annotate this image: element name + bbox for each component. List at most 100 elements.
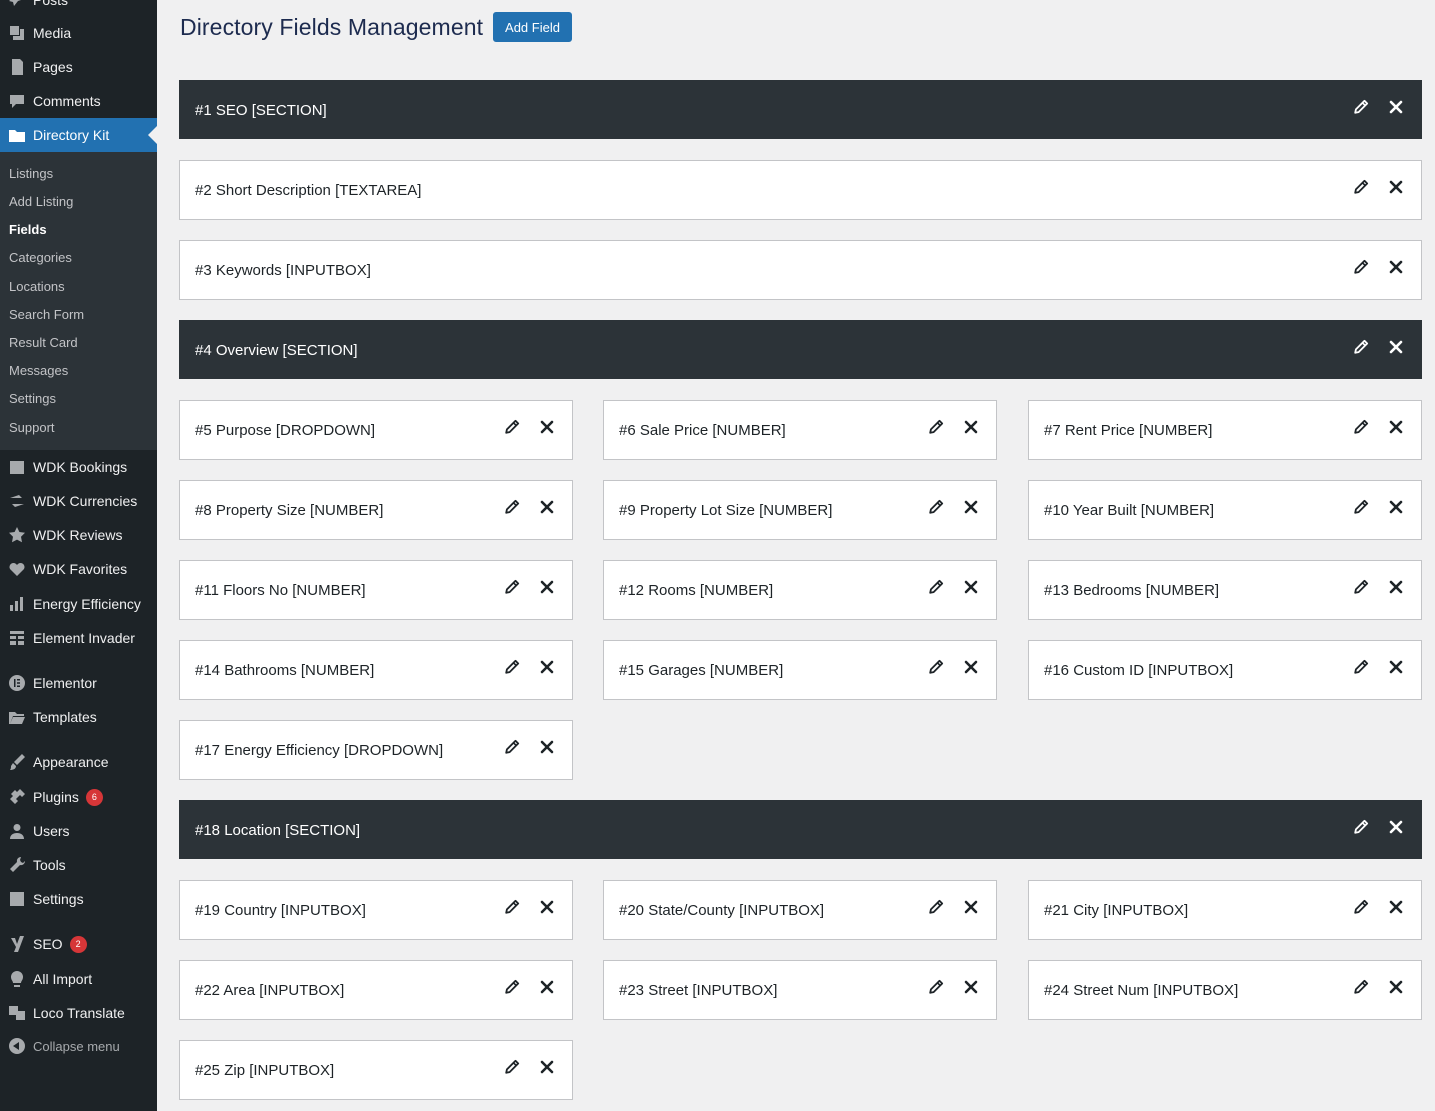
pencil-icon[interactable] <box>1353 979 1369 995</box>
close-icon[interactable] <box>1389 500 1403 514</box>
field-row[interactable]: #8 Property Size [NUMBER] <box>179 480 573 540</box>
pencil-icon[interactable] <box>1353 899 1369 915</box>
close-icon[interactable] <box>1389 580 1403 594</box>
pencil-icon[interactable] <box>1353 819 1369 835</box>
submenu-item-result-card[interactable]: Result Card <box>9 335 78 350</box>
sidebar-item-all-import[interactable]: All Import <box>0 962 157 996</box>
sidebar-item-element-invader[interactable]: Element Invader <box>0 621 157 655</box>
pencil-icon[interactable] <box>504 419 520 435</box>
pencil-icon[interactable] <box>928 579 944 595</box>
close-icon[interactable] <box>540 660 554 674</box>
close-icon[interactable] <box>540 580 554 594</box>
close-icon[interactable] <box>964 580 978 594</box>
sidebar-item-plugins[interactable]: Plugins 6 <box>0 780 157 814</box>
pencil-icon[interactable] <box>1353 99 1369 115</box>
field-row[interactable]: #22 Area [INPUTBOX] <box>179 960 573 1020</box>
field-row[interactable]: #3 Keywords [INPUTBOX] <box>179 240 1422 300</box>
sidebar-item-appearance[interactable]: Appearance <box>0 745 157 779</box>
close-icon[interactable] <box>964 420 978 434</box>
close-icon[interactable] <box>1389 980 1403 994</box>
pencil-icon[interactable] <box>1353 259 1369 275</box>
sidebar-item-directory-kit[interactable]: Directory Kit <box>0 118 157 152</box>
close-icon[interactable] <box>964 660 978 674</box>
submenu-item-listings[interactable]: Listings <box>9 166 53 181</box>
field-row[interactable]: #12 Rooms [NUMBER] <box>603 560 997 620</box>
close-icon[interactable] <box>964 500 978 514</box>
close-icon[interactable] <box>1389 180 1403 194</box>
submenu-item-support[interactable]: Support <box>9 420 55 435</box>
close-icon[interactable] <box>540 900 554 914</box>
submenu-item-fields[interactable]: Fields <box>9 222 47 237</box>
pencil-icon[interactable] <box>1353 339 1369 355</box>
close-icon[interactable] <box>1389 260 1403 274</box>
field-row[interactable]: #10 Year Built [NUMBER] <box>1028 480 1422 540</box>
field-row[interactable]: #24 Street Num [INPUTBOX] <box>1028 960 1422 1020</box>
sidebar-item-comments[interactable]: Comments <box>0 84 157 118</box>
section-row[interactable]: #1 SEO [SECTION] <box>179 80 1422 139</box>
field-row[interactable]: #17 Energy Efficiency [DROPDOWN] <box>179 720 573 780</box>
pencil-icon[interactable] <box>504 579 520 595</box>
sidebar-item-wdk-currencies[interactable]: WDK Currencies <box>0 484 157 518</box>
field-row[interactable]: #7 Rent Price [NUMBER] <box>1028 400 1422 460</box>
close-icon[interactable] <box>1389 660 1403 674</box>
field-row[interactable]: #16 Custom ID [INPUTBOX] <box>1028 640 1422 700</box>
pencil-icon[interactable] <box>504 1059 520 1075</box>
close-icon[interactable] <box>540 1060 554 1074</box>
section-row[interactable]: #4 Overview [SECTION] <box>179 320 1422 379</box>
submenu-item-messages[interactable]: Messages <box>9 363 68 378</box>
sidebar-item-loco-translate[interactable]: Loco Translate <box>0 996 157 1030</box>
pencil-icon[interactable] <box>504 659 520 675</box>
pencil-icon[interactable] <box>1353 659 1369 675</box>
sidebar-item-users[interactable]: Users <box>0 814 157 848</box>
sidebar-item-elementor[interactable]: Elementor <box>0 666 157 700</box>
collapse-menu-button[interactable]: Collapse menu <box>0 1029 157 1063</box>
close-icon[interactable] <box>1389 420 1403 434</box>
add-field-button[interactable]: Add Field <box>493 12 572 42</box>
pencil-icon[interactable] <box>1353 419 1369 435</box>
close-icon[interactable] <box>540 740 554 754</box>
pencil-icon[interactable] <box>1353 179 1369 195</box>
close-icon[interactable] <box>964 900 978 914</box>
close-icon[interactable] <box>964 980 978 994</box>
sidebar-item-energy-efficiency[interactable]: Energy Efficiency <box>0 587 157 621</box>
sidebar-item-wdk-favorites[interactable]: WDK Favorites <box>0 552 157 586</box>
sidebar-item-media[interactable]: Media <box>0 16 157 50</box>
sidebar-item-wdk-reviews[interactable]: WDK Reviews <box>0 518 157 552</box>
field-row[interactable]: #11 Floors No [NUMBER] <box>179 560 573 620</box>
sidebar-item-wdk-bookings[interactable]: WDK Bookings <box>0 450 157 484</box>
sidebar-item-templates[interactable]: Templates <box>0 700 157 734</box>
sidebar-item-tools[interactable]: Tools <box>0 848 157 882</box>
sidebar-item-posts[interactable]: Posts <box>0 0 157 17</box>
close-icon[interactable] <box>1389 340 1403 354</box>
close-icon[interactable] <box>540 420 554 434</box>
field-row[interactable]: #15 Garages [NUMBER] <box>603 640 997 700</box>
field-row[interactable]: #14 Bathrooms [NUMBER] <box>179 640 573 700</box>
submenu-item-locations[interactable]: Locations <box>9 279 65 294</box>
field-row[interactable]: #23 Street [INPUTBOX] <box>603 960 997 1020</box>
pencil-icon[interactable] <box>504 979 520 995</box>
pencil-icon[interactable] <box>928 899 944 915</box>
submenu-item-search-form[interactable]: Search Form <box>9 307 84 322</box>
section-row[interactable]: #18 Location [SECTION] <box>179 800 1422 859</box>
field-row[interactable]: #2 Short Description [TEXTAREA] <box>179 160 1422 220</box>
sidebar-item-seo[interactable]: SEO 2 <box>0 927 157 961</box>
submenu-item-categories[interactable]: Categories <box>9 250 72 265</box>
close-icon[interactable] <box>1389 100 1403 114</box>
pencil-icon[interactable] <box>1353 499 1369 515</box>
field-row[interactable]: #25 Zip [INPUTBOX] <box>179 1040 573 1100</box>
field-row[interactable]: #19 Country [INPUTBOX] <box>179 880 573 940</box>
field-row[interactable]: #6 Sale Price [NUMBER] <box>603 400 997 460</box>
field-row[interactable]: #21 City [INPUTBOX] <box>1028 880 1422 940</box>
pencil-icon[interactable] <box>504 499 520 515</box>
pencil-icon[interactable] <box>928 419 944 435</box>
pencil-icon[interactable] <box>928 499 944 515</box>
close-icon[interactable] <box>540 980 554 994</box>
pencil-icon[interactable] <box>1353 579 1369 595</box>
pencil-icon[interactable] <box>504 739 520 755</box>
field-row[interactable]: #20 State/County [INPUTBOX] <box>603 880 997 940</box>
submenu-item-settings[interactable]: Settings <box>9 391 56 406</box>
submenu-item-add-listing[interactable]: Add Listing <box>9 194 73 209</box>
close-icon[interactable] <box>540 500 554 514</box>
close-icon[interactable] <box>1389 900 1403 914</box>
pencil-icon[interactable] <box>928 659 944 675</box>
